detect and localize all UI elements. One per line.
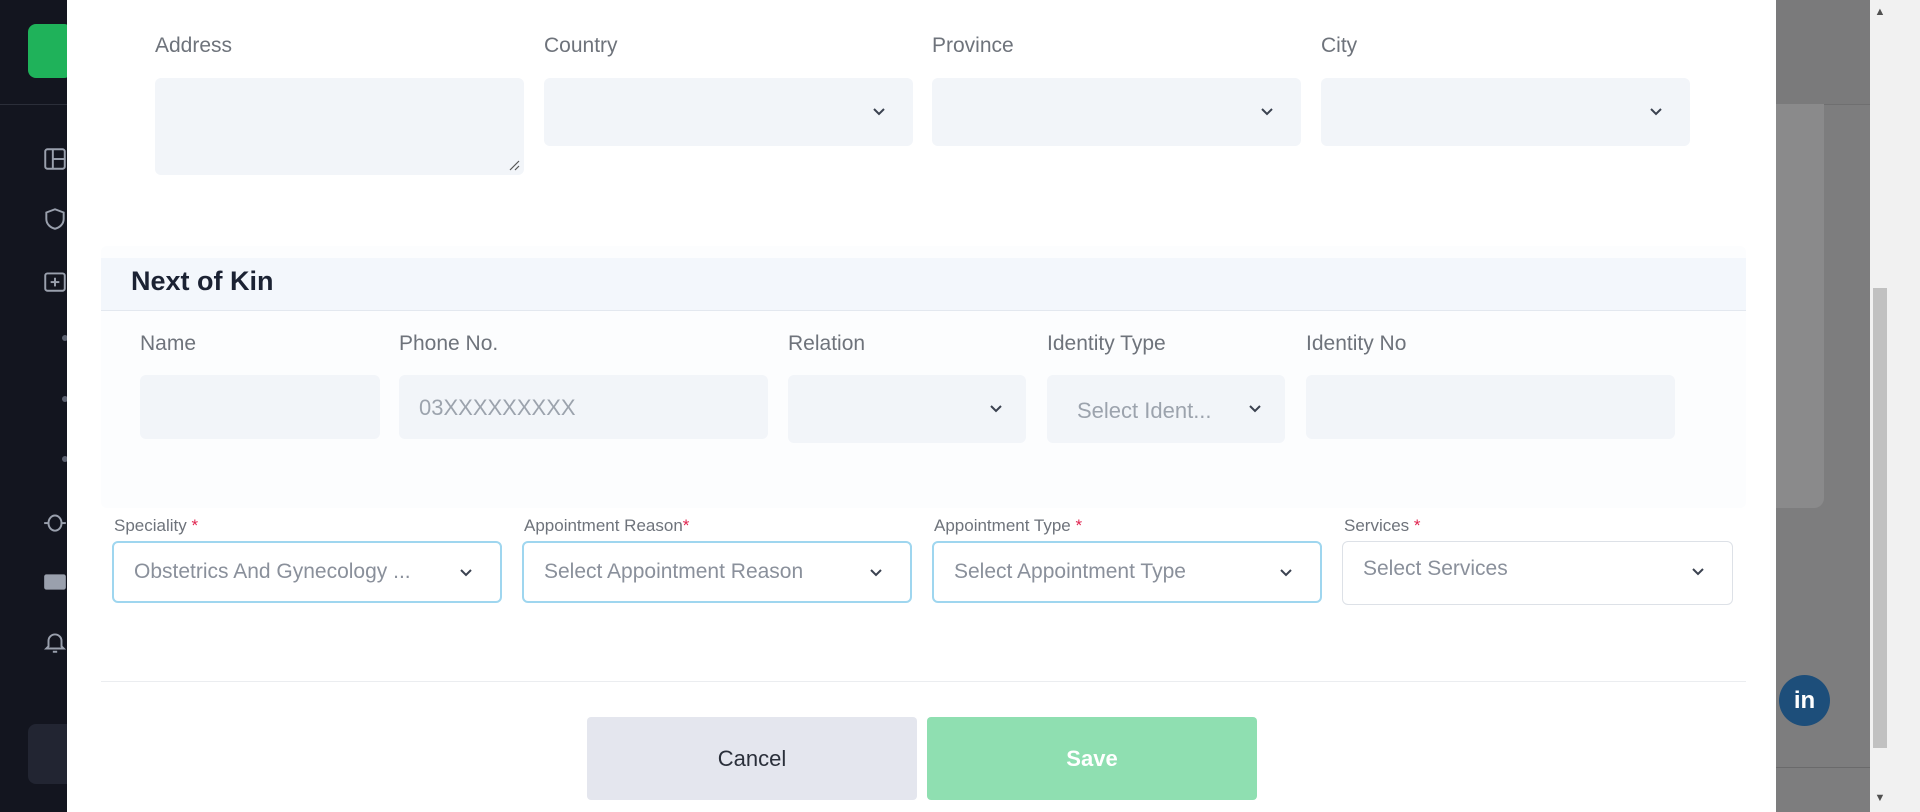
scroll-up-arrow-icon[interactable]: ▲ xyxy=(1870,2,1890,22)
resize-grip-icon[interactable] xyxy=(508,159,520,171)
chevron-down-icon xyxy=(1245,399,1265,419)
speciality-select[interactable]: Obstetrics And Gynecology ... xyxy=(112,541,502,603)
chevron-down-icon xyxy=(1646,102,1666,122)
speciality-value: Obstetrics And Gynecology ... xyxy=(134,560,411,583)
bell-icon[interactable] xyxy=(42,629,68,655)
app-sidebar xyxy=(0,0,72,812)
city-select[interactable] xyxy=(1321,78,1690,146)
sidebar-user-box[interactable] xyxy=(28,724,68,784)
services-label: Services * xyxy=(1344,516,1421,535)
city-label: City xyxy=(1321,34,1358,57)
next-of-kin-header xyxy=(101,258,1746,311)
bug-icon[interactable] xyxy=(42,509,68,535)
chevron-down-icon xyxy=(869,102,889,122)
appointment-type-placeholder: Select Appointment Type xyxy=(954,560,1186,583)
kin-identity-type-label: Identity Type xyxy=(1047,332,1166,355)
kin-name-label: Name xyxy=(140,332,197,355)
chevron-down-icon xyxy=(866,563,886,583)
kin-identity-type-placeholder: Select Ident... xyxy=(1077,398,1212,423)
app-logo xyxy=(28,24,72,78)
save-button[interactable]: Save xyxy=(927,717,1257,800)
footer-divider xyxy=(101,681,1746,682)
page-scrollbar[interactable]: ▲ ▼ xyxy=(1870,0,1920,812)
chevron-down-icon xyxy=(456,563,476,583)
appointment-reason-select[interactable]: Select Appointment Reason xyxy=(522,541,912,603)
cancel-button[interactable]: Cancel xyxy=(587,717,917,800)
province-select[interactable] xyxy=(932,78,1301,146)
country-label: Country xyxy=(544,34,618,57)
kin-phone-label: Phone No. xyxy=(399,332,499,355)
dashboard-icon[interactable] xyxy=(42,146,68,172)
background-topbar xyxy=(1776,0,1870,105)
kin-phone-input[interactable]: 03XXXXXXXXX xyxy=(399,375,768,439)
address-label: Address xyxy=(155,34,233,57)
speciality-label: Speciality * xyxy=(114,516,199,535)
calendar-plus-icon[interactable] xyxy=(42,268,68,294)
shield-icon[interactable] xyxy=(42,206,68,232)
linkedin-icon[interactable]: in xyxy=(1779,675,1830,726)
id-card-icon[interactable] xyxy=(42,569,68,595)
next-of-kin-title: Next of Kin xyxy=(131,266,274,296)
chevron-down-icon xyxy=(1257,102,1277,122)
kin-identity-type-select[interactable]: Select Ident... xyxy=(1047,375,1285,443)
chevron-down-icon xyxy=(1276,563,1296,583)
appointment-reason-placeholder: Select Appointment Reason xyxy=(544,560,804,583)
chevron-down-icon xyxy=(986,399,1006,419)
country-select[interactable] xyxy=(544,78,913,146)
chevron-down-icon xyxy=(1688,562,1708,582)
scroll-down-arrow-icon[interactable]: ▼ xyxy=(1870,788,1890,808)
appointment-reason-label: Appointment Reason* xyxy=(524,516,690,535)
kin-identity-no-label: Identity No xyxy=(1306,332,1407,355)
address-textarea[interactable] xyxy=(155,78,524,175)
kin-relation-label: Relation xyxy=(788,332,866,355)
appointment-type-select[interactable]: Select Appointment Type xyxy=(932,541,1322,603)
services-select[interactable]: Select Services xyxy=(1342,541,1733,605)
linkedin-label: in xyxy=(1793,686,1816,714)
services-placeholder: Select Services xyxy=(1363,557,1508,580)
background-card xyxy=(1776,104,1824,508)
scroll-thumb[interactable] xyxy=(1873,288,1887,748)
appointment-modal: Address Country Province City Next of Ki… xyxy=(67,0,1776,812)
kin-name-input[interactable] xyxy=(140,375,380,439)
appointment-type-label: Appointment Type * xyxy=(934,516,1083,535)
kin-relation-select[interactable] xyxy=(788,375,1026,443)
sidebar-divider xyxy=(0,104,67,105)
kin-identity-no-input[interactable] xyxy=(1306,375,1675,439)
kin-phone-placeholder: 03XXXXXXXXX xyxy=(419,395,576,420)
province-label: Province xyxy=(932,34,1014,57)
background-divider xyxy=(1776,767,1870,768)
